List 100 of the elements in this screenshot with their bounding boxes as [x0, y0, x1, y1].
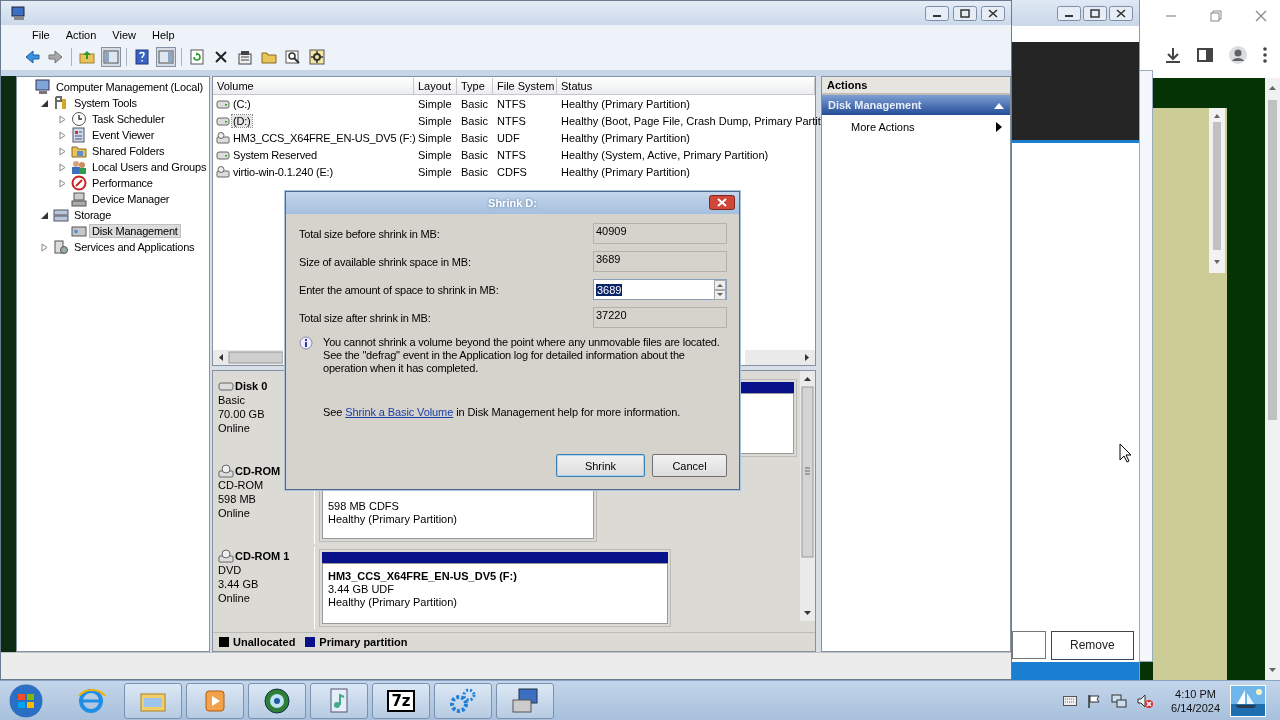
users-icon — [71, 159, 87, 175]
search-icon[interactable] — [284, 48, 302, 66]
help-link[interactable]: Shrink a Basic Volume — [345, 406, 454, 418]
tree-item[interactable]: Local Users and Groups — [90, 161, 209, 173]
forward-icon[interactable] — [47, 48, 65, 66]
minimize-button[interactable] — [1057, 5, 1081, 21]
page-scrollbar[interactable] — [1265, 78, 1280, 680]
collapsed-arrow-icon[interactable] — [58, 162, 67, 172]
keyboard-icon[interactable] — [1063, 695, 1078, 706]
taskbar-button[interactable] — [434, 682, 492, 719]
profile-icon[interactable] — [1228, 45, 1248, 65]
collapsed-arrow-icon[interactable] — [40, 242, 49, 252]
start-button[interactable] — [6, 680, 46, 720]
tree-item[interactable]: Services and Applications — [72, 241, 197, 253]
disk-info: Basic — [218, 393, 246, 407]
drive-icon — [216, 148, 230, 161]
download-icon[interactable] — [1164, 46, 1182, 64]
column-header[interactable]: Status — [557, 77, 815, 94]
spin-up-button[interactable] — [714, 279, 726, 290]
tree-item[interactable]: Computer Management (Local) — [54, 81, 205, 93]
tree-item[interactable]: Task Scheduler — [90, 113, 167, 125]
input-field[interactable] — [1012, 631, 1046, 659]
expanded-arrow-icon[interactable] — [40, 210, 49, 220]
column-header[interactable]: Type — [457, 77, 493, 94]
remove-button[interactable]: Remove — [1050, 630, 1134, 660]
storage-icon — [53, 207, 69, 223]
drive-label[interactable]: (C:) — [232, 97, 252, 110]
menu-icon[interactable] — [1262, 46, 1268, 64]
collapsed-arrow-icon[interactable] — [58, 130, 67, 140]
vertical-scrollbar[interactable] — [800, 371, 815, 621]
cancel-button[interactable]: Cancel — [652, 454, 727, 477]
tree-item[interactable]: Device Manager — [90, 193, 172, 205]
network-icon[interactable] — [1111, 692, 1128, 709]
tree-item[interactable]: Shared Folders — [90, 145, 167, 157]
table-cell-text: Simple — [417, 97, 453, 110]
disk-info: Online — [218, 506, 251, 520]
drive-label[interactable]: System Reserved — [232, 148, 318, 161]
partition-info: Healthy (Primary Partition) — [328, 596, 458, 609]
table-cell-text: Simple — [417, 114, 453, 127]
partition-info: 3.44 GB UDF — [328, 583, 396, 596]
menu-item[interactable]: File — [25, 27, 57, 42]
log-icon — [71, 127, 87, 143]
tree-item[interactable]: Performance — [90, 177, 155, 189]
refresh-icon[interactable] — [188, 48, 206, 66]
tree-item[interactable]: System Tools — [72, 97, 139, 109]
close-button[interactable] — [981, 5, 1005, 21]
taskbar-button[interactable]: 7z — [372, 682, 430, 719]
side-panel-icon[interactable] — [1196, 46, 1214, 64]
readonly-field: 3689 — [593, 251, 727, 272]
collapsed-arrow-icon[interactable] — [58, 114, 67, 124]
drive-icon — [216, 97, 230, 110]
taskbar-button[interactable] — [248, 682, 306, 719]
disk-name: CD-ROM 1 — [235, 550, 290, 562]
mouse-cursor-icon — [1119, 443, 1132, 463]
partition-info: Healthy (Primary Partition) — [328, 513, 458, 526]
folder-up-icon[interactable] — [78, 48, 96, 66]
scrollbar-thumb[interactable] — [213, 350, 283, 365]
close-button[interactable] — [1109, 5, 1133, 21]
scrollbar[interactable] — [1209, 108, 1225, 273]
spin-down-button[interactable] — [714, 289, 726, 300]
properties-icon[interactable] — [236, 48, 254, 66]
column-header[interactable]: Volume — [213, 77, 414, 94]
maximize-button[interactable] — [1083, 5, 1107, 21]
menu-item[interactable]: View — [105, 27, 143, 42]
legend-label: Unallocated — [233, 636, 296, 648]
dialog-title: Shrink D: — [488, 197, 537, 209]
flag-icon[interactable] — [1087, 693, 1102, 708]
column-header[interactable]: File System — [493, 77, 557, 94]
readonly-field: 37220 — [593, 307, 727, 328]
drive-label[interactable]: HM3_CCS_X64FRE_EN-US_DV5 (F:) — [232, 131, 417, 144]
collapsed-arrow-icon[interactable] — [58, 178, 67, 188]
column-header[interactable]: Layout — [414, 77, 457, 94]
taskbar-button[interactable] — [496, 682, 554, 719]
minimize-button[interactable] — [925, 5, 949, 21]
section-header[interactable]: Disk Management — [822, 95, 1010, 115]
back-icon[interactable] — [23, 48, 41, 66]
tree-item[interactable]: Disk Management — [90, 225, 180, 237]
expanded-arrow-icon[interactable] — [40, 98, 49, 108]
collapse-icon[interactable] — [994, 101, 1004, 109]
table-cell-text: NTFS — [496, 114, 527, 127]
table-cell-text: Simple — [417, 148, 453, 161]
shrink-button[interactable]: Shrink — [556, 454, 645, 477]
menu-item[interactable]: Help — [144, 27, 182, 42]
tree-item[interactable]: Storage — [72, 209, 114, 221]
settings-icon[interactable] — [308, 48, 326, 66]
partition-title: HM3_CCS_X64FRE_EN-US_DV5 (F:) — [328, 569, 518, 583]
partition-box[interactable]: HM3_CCS_X64FRE_EN-US_DV5 (F:) 3.44 GB UDF Healthy (Primary Partition) — [319, 549, 671, 627]
action-item[interactable]: More Actions — [851, 121, 915, 133]
close-button[interactable] — [709, 195, 735, 210]
menu-item[interactable]: Action — [58, 27, 104, 42]
speaker-muted-icon[interactable] — [1137, 692, 1154, 709]
tree-item[interactable]: Event Viewer — [90, 129, 157, 141]
collapsed-arrow-icon[interactable] — [58, 146, 67, 156]
help-icon[interactable] — [133, 48, 151, 66]
input-field[interactable]: 3689 — [593, 279, 727, 300]
drive-label[interactable]: virtio-win-0.1.240 (E:) — [232, 165, 334, 178]
maximize-button[interactable] — [953, 5, 977, 21]
table-cell-text: NTFS — [496, 97, 527, 110]
clock[interactable]: 4:10 PM 6/14/2024 — [1171, 686, 1220, 715]
drive-label[interactable]: (D:) — [232, 114, 252, 127]
